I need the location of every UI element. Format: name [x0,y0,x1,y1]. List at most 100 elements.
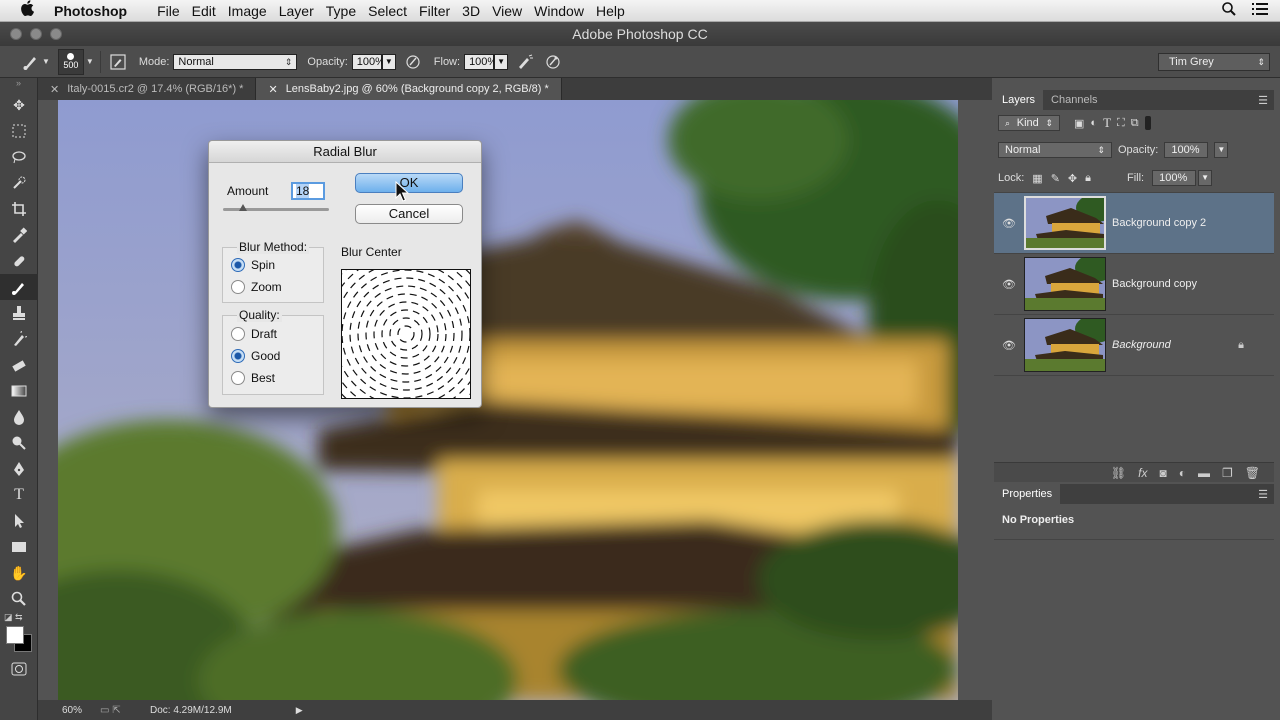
tab-layers[interactable]: Layers [994,90,1044,110]
lock-all-icon[interactable]: 🔒︎ [1085,172,1091,185]
ok-button[interactable]: OK [355,173,463,193]
layer-row-background-copy-2[interactable]: 👁︎ Background copy 2 [994,192,1274,253]
fill-slider-toggle[interactable]: ▼ [1198,170,1213,186]
blend-mode-select[interactable]: Normal ⇕ [998,142,1112,158]
brush-tool-icon[interactable] [0,274,38,300]
layer-row-background-copy[interactable]: 👁︎ Background copy [994,253,1274,314]
history-brush-tool-icon[interactable] [0,326,38,352]
tab-properties[interactable]: Properties [994,484,1061,504]
amount-slider-thumb[interactable] [239,204,247,211]
eyedropper-tool-icon[interactable] [0,222,38,248]
menu-edit[interactable]: Edit [192,3,228,19]
hand-tool-icon[interactable]: ✋ [0,560,38,586]
filter-toggle-icon[interactable] [1144,116,1151,130]
foreground-color-swatch[interactable] [6,626,24,644]
brush-tool-preset-icon[interactable] [20,51,42,73]
menu-3d[interactable]: 3D [462,3,492,19]
pen-tool-icon[interactable] [0,456,38,482]
close-icon[interactable]: ✕ [50,83,59,96]
gradient-tool-icon[interactable] [0,378,38,404]
close-window-button[interactable] [10,28,22,40]
notification-center-icon[interactable] [1252,2,1268,20]
close-icon[interactable]: ✕ [268,83,277,96]
rectangular-marquee-tool-icon[interactable] [0,118,38,144]
tool-preset-dropdown-icon[interactable]: ▼ [42,57,50,66]
menu-image[interactable]: Image [228,3,279,19]
menu-layer[interactable]: Layer [279,3,326,19]
move-tool-icon[interactable]: ✥ [0,92,38,118]
layer-name[interactable]: Background copy [1112,278,1197,290]
flow-input[interactable]: 100% [464,53,497,70]
spot-healing-brush-tool-icon[interactable] [0,248,38,274]
opacity-input[interactable]: 100% [351,53,385,70]
add-mask-icon[interactable]: ◙ [1160,466,1167,480]
menu-view[interactable]: View [492,3,534,19]
visibility-eye-icon[interactable]: 👁︎ [994,339,1024,352]
amount-input[interactable]: 18 [291,182,325,200]
apple-menu-icon[interactable] [0,0,54,21]
blur-center-preview[interactable] [341,269,471,399]
airbrush-icon[interactable] [514,51,536,73]
brush-panel-toggle-icon[interactable] [107,51,129,73]
app-menu[interactable]: Photoshop [54,3,139,19]
doc-tab-italy[interactable]: ✕ Italy-0015.cr2 @ 17.4% (RGB/16*) * [38,78,257,100]
radio-button[interactable] [231,349,245,363]
brush-size-picker[interactable]: 500 [57,48,84,75]
radio-best[interactable]: Best [231,371,275,385]
filter-adjustment-icon[interactable]: ◐ [1090,117,1097,129]
tools-collapse-handle[interactable]: » [0,78,37,92]
fill-input[interactable]: 100% [1152,170,1197,186]
filter-pixel-icon[interactable]: ▣ [1074,117,1084,130]
layer-name[interactable]: Background [1112,339,1171,351]
radio-spin[interactable]: Spin [231,258,275,272]
dodge-tool-icon[interactable] [0,430,38,456]
radio-button[interactable] [231,280,245,294]
link-layers-icon[interactable]: ⛓ [1111,466,1126,480]
zoom-tool-icon[interactable] [0,586,38,612]
panel-menu-icon[interactable]: ☰ [1258,488,1274,501]
zoom-level[interactable]: 60% [38,705,88,716]
blur-tool-icon[interactable] [0,404,38,430]
cancel-button[interactable]: Cancel [355,204,463,224]
menu-file[interactable]: File [157,3,192,19]
crop-tool-icon[interactable] [0,196,38,222]
visibility-eye-icon[interactable]: 👁︎ [994,278,1024,291]
layer-row-background[interactable]: 👁︎ Background 🔒︎ [994,314,1274,375]
tab-channels[interactable]: Channels [1043,90,1105,110]
layer-thumbnail[interactable] [1024,318,1106,372]
visibility-eye-icon[interactable]: 👁︎ [994,217,1024,230]
layer-opacity-input[interactable]: 100% [1164,142,1209,158]
new-group-folder-icon[interactable]: ▬ [1198,466,1210,480]
type-tool-icon[interactable]: T [0,482,38,508]
lock-transparent-pixels-icon[interactable]: ▦ [1032,172,1042,185]
opacity-slider-toggle[interactable]: ▼ [381,53,396,70]
quick-mask-icon[interactable] [0,656,38,682]
doc-tab-lensbaby[interactable]: ✕ LensBaby2.jpg @ 60% (Background copy 2… [256,78,562,100]
radio-good[interactable]: Good [231,349,280,363]
new-layer-icon[interactable]: ❐ [1222,466,1233,480]
workspace-switcher[interactable]: Tim Grey ⇕ [1158,52,1270,71]
rectangle-tool-icon[interactable] [0,534,38,560]
eraser-tool-icon[interactable] [0,352,38,378]
status-toggle-icon[interactable]: ▭ ⇱ [100,705,134,716]
canvas-area[interactable] [38,100,992,700]
radio-zoom[interactable]: Zoom [231,280,282,294]
radio-button[interactable] [231,327,245,341]
tablet-pressure-opacity-icon[interactable] [402,51,424,73]
layer-thumbnail[interactable] [1024,196,1106,250]
layer-style-fx-icon[interactable]: fx [1138,466,1147,480]
default-colors-icon[interactable]: ◪ ⇆ [0,612,37,624]
menu-filter[interactable]: Filter [419,3,462,19]
tablet-pressure-size-icon[interactable] [542,51,564,73]
color-swatches[interactable] [0,624,37,656]
lock-image-pixels-icon[interactable]: ✎ [1051,172,1060,185]
status-menu-arrow-icon[interactable]: ▶ [296,705,303,716]
filter-type-icon[interactable]: T [1103,115,1111,131]
document-image[interactable] [58,100,958,700]
zoom-window-button[interactable] [50,28,62,40]
menu-help[interactable]: Help [596,3,637,19]
panel-menu-icon[interactable]: ☰ [1258,94,1274,107]
radio-button[interactable] [231,258,245,272]
mode-select[interactable]: Normal ⇕ [173,53,298,70]
menu-window[interactable]: Window [534,3,596,19]
